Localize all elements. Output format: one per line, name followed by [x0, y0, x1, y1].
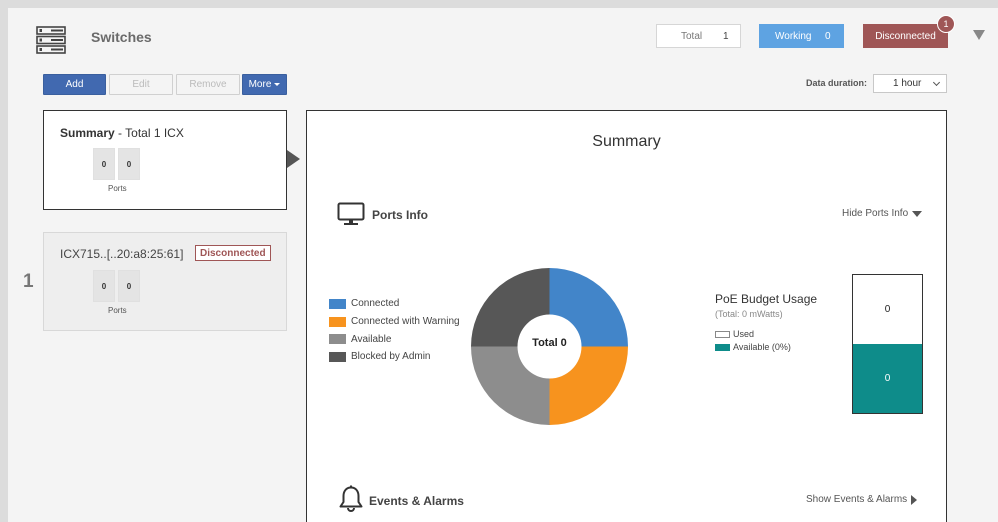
remove-button[interactable]: Remove: [176, 74, 240, 95]
summary-card[interactable]: Summary - Total 1 ICX 0 0 Ports: [43, 110, 287, 210]
chevron-down-icon: [932, 78, 941, 87]
show-events-alarms-label: Show Events & Alarms: [806, 494, 908, 505]
legend-item: Connected with Warning: [329, 313, 460, 331]
show-events-alarms-toggle[interactable]: Show Events & Alarms: [806, 494, 918, 505]
donut-center-label: Total 0: [532, 337, 567, 349]
total-stat-value: 1: [723, 30, 729, 42]
donut-segment-available: [471, 346, 550, 425]
more-button-label: More: [248, 79, 272, 90]
summary-ports-label: Ports: [108, 184, 127, 193]
poe-legend-available: Available (0%): [715, 342, 791, 352]
summary-card-title: Summary - Total 1 ICX: [60, 126, 184, 140]
poe-available-label: Available (0%): [733, 342, 791, 352]
legend-label: Blocked by Admin: [351, 351, 431, 363]
device-port-count: 0: [93, 270, 115, 302]
edit-button-label: Edit: [132, 79, 150, 90]
poe-budget-title: PoE Budget Usage: [715, 292, 818, 306]
total-stat-label: Total: [681, 30, 703, 42]
switch-stack-icon: [36, 26, 66, 54]
data-duration-select[interactable]: 1 hour: [873, 74, 947, 93]
caret-down-icon: [274, 83, 281, 86]
legend-swatch: [715, 330, 730, 338]
page-frame: Switches Total 1 Working 0 Disconnected …: [8, 8, 998, 522]
remove-button-label: Remove: [189, 79, 227, 90]
legend-swatch: [715, 343, 730, 351]
add-button-label: Add: [65, 79, 84, 90]
poe-used-label: Used: [733, 329, 755, 339]
summary-port-count: 0: [93, 148, 115, 180]
donut-segment-connected-warning: [549, 346, 628, 425]
poe-usage-bar: 0 0: [852, 274, 923, 414]
page-header: Switches Total 1 Working 0 Disconnected …: [8, 8, 998, 63]
more-button[interactable]: More: [242, 74, 287, 95]
legend-label: Connected with Warning: [351, 316, 460, 328]
hide-ports-info-label: Hide Ports Info: [842, 208, 909, 219]
device-status-badge: Disconnected: [195, 245, 271, 261]
disconnected-count-badge: 1: [937, 15, 955, 33]
ports-legend: Connected Connected with Warning Availab…: [329, 295, 460, 366]
data-duration-value: 1 hour: [893, 78, 922, 89]
data-duration-label: Data duration:: [806, 78, 868, 88]
working-stat-value: 0: [825, 30, 831, 42]
hide-ports-info-toggle[interactable]: Hide Ports Info: [842, 208, 923, 219]
monitor-icon: [337, 202, 365, 225]
edit-button[interactable]: Edit: [109, 74, 173, 95]
device-card[interactable]: ICX715..[..20:a8:25:61] Disconnected 0 0…: [43, 232, 287, 331]
selected-card-pointer: [287, 150, 300, 168]
collapse-header-icon[interactable]: [973, 30, 985, 40]
events-alarms-title: Events & Alarms: [369, 494, 464, 508]
working-stat-button[interactable]: Working 0: [759, 24, 844, 48]
panel-title: Summary: [592, 133, 661, 150]
legend-swatch: [329, 351, 346, 362]
donut-segment-connected: [549, 268, 628, 347]
legend-label: Available: [351, 333, 392, 345]
poe-budget-subtitle: (Total: 0 mWatts): [715, 309, 783, 319]
summary-panel: Summary Ports Info Hide Ports Info Conne…: [306, 110, 947, 522]
poe-available-value: 0: [853, 344, 922, 413]
device-name: ICX715..[..20:a8:25:61]: [60, 247, 184, 261]
legend-swatch: [329, 298, 346, 309]
summary-card-title-bold: Summary: [60, 126, 115, 140]
poe-used-value: 0: [884, 304, 891, 315]
poe-legend-used: Used: [715, 329, 754, 339]
legend-item: Connected: [329, 295, 460, 313]
legend-label: Connected: [351, 298, 400, 310]
disconnected-stat-button[interactable]: Disconnected: [863, 24, 948, 48]
working-stat-label: Working: [775, 30, 812, 42]
device-ports-label: Ports: [108, 306, 127, 315]
summary-card-title-rest: - Total 1 ICX: [114, 126, 184, 140]
disconnected-stat-label: Disconnected: [875, 30, 936, 42]
legend-item: Available: [329, 330, 460, 348]
page-title: Switches: [91, 29, 152, 45]
triangle-right-icon: [911, 494, 918, 505]
legend-swatch: [329, 316, 346, 327]
legend-swatch: [329, 334, 346, 345]
triangle-down-icon: [912, 210, 923, 217]
bell-icon: [339, 485, 363, 512]
device-port-count: 0: [118, 270, 140, 302]
donut-segment-blocked: [471, 268, 550, 347]
total-stat-button[interactable]: Total 1: [656, 24, 741, 48]
ports-info-title: Ports Info: [372, 208, 428, 222]
device-row-index: 1: [23, 271, 34, 292]
legend-item: Blocked by Admin: [329, 348, 460, 366]
add-button[interactable]: Add: [43, 74, 106, 95]
summary-port-count: 0: [118, 148, 140, 180]
